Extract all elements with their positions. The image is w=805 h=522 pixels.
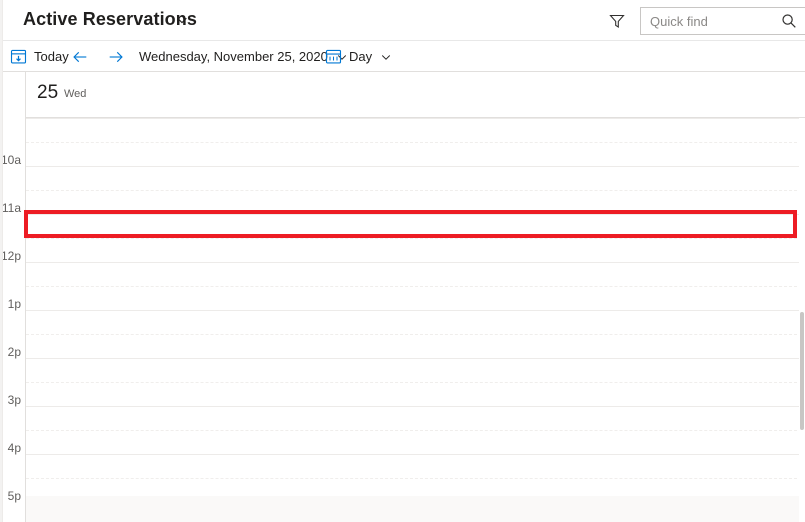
time-gutter: 10a 11a 12p 1p 2p 3p 4p 5p — [3, 118, 26, 522]
search-icon[interactable] — [781, 13, 797, 29]
hour-grid-line — [26, 118, 802, 119]
view-label: Day — [349, 49, 373, 64]
day-header-gutter — [3, 72, 26, 118]
hour-label: 3p — [7, 393, 21, 407]
current-date-label: Wednesday, November 25, 2020 — [139, 49, 328, 64]
calendar-day-icon — [325, 48, 342, 65]
today-label: Today — [34, 49, 69, 64]
day-header-row: 25 Wed — [3, 72, 805, 118]
day-column[interactable] — [26, 118, 802, 522]
half-hour-grid-line — [26, 286, 802, 287]
hour-grid-line — [26, 454, 802, 455]
hour-label: 10a — [3, 153, 21, 167]
hour-grid-line — [26, 406, 802, 407]
hour-grid-line — [26, 262, 802, 263]
today-button[interactable]: Today — [10, 41, 69, 72]
day-name: Wed — [64, 88, 87, 100]
filter-funnel-icon[interactable] — [608, 12, 626, 30]
half-hour-grid-line — [26, 478, 802, 479]
quick-find-box[interactable] — [640, 7, 805, 35]
half-hour-grid-line — [26, 334, 802, 335]
calendar-grid: 10a 11a 12p 1p 2p 3p 4p 5p — [3, 118, 805, 522]
hour-label: 4p — [7, 441, 21, 455]
half-hour-grid-line — [26, 142, 802, 143]
half-hour-grid-line — [26, 430, 802, 431]
hour-label: 12p — [3, 249, 21, 263]
hour-label: 5p — [7, 489, 21, 503]
calendar-app: Active Reservations Quick find Today Wed… — [0, 0, 805, 522]
hour-label: 2p — [7, 345, 21, 359]
chevron-down-icon — [372, 51, 392, 63]
hour-grid-line — [26, 166, 802, 167]
page-title: Active Reservations — [23, 9, 197, 29]
title-bar: Active Reservations — [3, 0, 805, 41]
highlight-annotation-box — [24, 210, 797, 238]
day-header-cell[interactable]: 25 Wed — [26, 72, 805, 118]
arrow-left-icon — [71, 48, 89, 66]
hour-label: 11a — [3, 201, 21, 215]
scrollbar-thumb[interactable] — [800, 312, 804, 430]
vertical-scrollbar[interactable] — [799, 118, 805, 522]
hour-grid-line — [26, 310, 802, 311]
half-hour-grid-line — [26, 238, 802, 239]
after-hours-shading — [26, 496, 802, 522]
half-hour-grid-line — [26, 382, 802, 383]
calendar-toolbar: Today Wednesday, November 25, 2020 Day — [3, 41, 805, 72]
chevron-down-icon[interactable] — [175, 13, 189, 27]
day-number: 25 — [37, 82, 59, 103]
calendar-today-icon — [10, 48, 27, 65]
arrow-right-icon — [107, 48, 125, 66]
hour-grid-line — [26, 358, 802, 359]
previous-day-button[interactable] — [71, 41, 89, 72]
half-hour-grid-line — [26, 190, 802, 191]
next-day-button[interactable] — [107, 41, 125, 72]
view-selector-button[interactable]: Day — [325, 41, 392, 72]
search-input[interactable] — [641, 8, 777, 34]
hour-label: 1p — [7, 297, 21, 311]
date-picker-button[interactable]: Wednesday, November 25, 2020 — [139, 41, 348, 72]
